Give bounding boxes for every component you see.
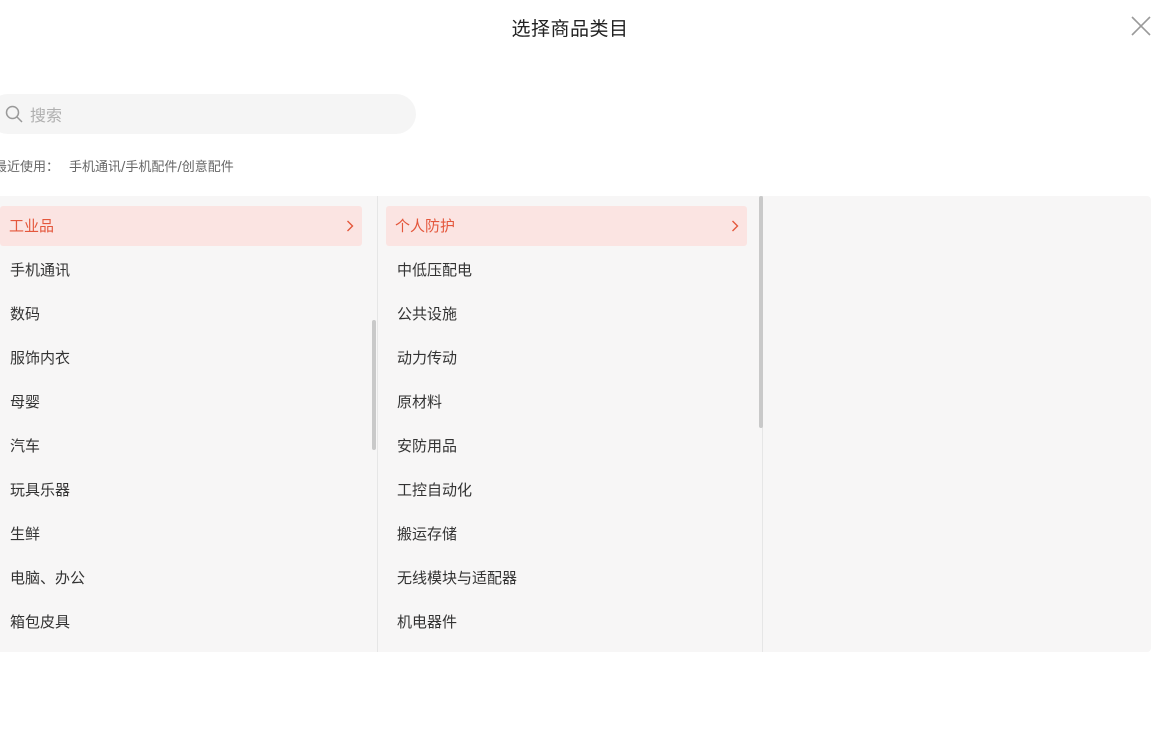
- category-level2-item-label: 中低压配电: [397, 261, 473, 279]
- category-level1-item-label: 手机通讯: [10, 261, 71, 279]
- category-level2-item[interactable]: 个人防护: [386, 206, 747, 246]
- category-level1-list: 工业品手机通讯数码服饰内衣母婴汽车玩具乐器生鲜电脑、办公箱包皮具: [0, 196, 378, 652]
- category-level2-item-label: 公共设施: [397, 305, 458, 323]
- category-level2-item-label: 原材料: [397, 393, 443, 411]
- category-level2-item[interactable]: 原材料: [397, 382, 747, 422]
- category-level2-item-label: 搬运存储: [397, 525, 458, 543]
- dialog-title: 选择商品类目: [511, 18, 629, 40]
- category-level1-item[interactable]: 数码: [10, 294, 360, 334]
- category-panel: 工业品手机通讯数码服饰内衣母婴汽车玩具乐器生鲜电脑、办公箱包皮具 个人防护中低压…: [0, 196, 1151, 652]
- close-icon: [1131, 16, 1151, 36]
- category-level2-item[interactable]: 动力传动: [397, 338, 747, 378]
- category-level2-list: 个人防护中低压配电公共设施动力传动原材料安防用品工控自动化搬运存储无线模块与适配…: [377, 196, 763, 652]
- level1-scrollbar[interactable]: [372, 320, 376, 450]
- category-level1-item-label: 数码: [10, 305, 41, 323]
- category-level2-item-label: 机电器件: [397, 613, 458, 631]
- category-level2-item-label: 动力传动: [397, 349, 458, 367]
- category-level2-item-label: 无线模块与适配器: [397, 569, 518, 587]
- category-level2-item[interactable]: 工控自动化: [397, 470, 747, 510]
- category-level2-item-label: 个人防护: [395, 217, 456, 235]
- category-level1-item-label: 母婴: [10, 393, 41, 411]
- level2-scrollbar[interactable]: [759, 196, 763, 428]
- recent-category-link[interactable]: 手机通讯/手机配件/创意配件: [69, 160, 234, 175]
- category-level2-item[interactable]: 安防用品: [397, 426, 747, 466]
- category-level1-item-label: 电脑、办公: [10, 569, 86, 587]
- category-level1-item-label: 汽车: [10, 437, 41, 455]
- category-level1-item[interactable]: 汽车: [10, 426, 360, 466]
- chevron-right-icon: [347, 220, 354, 232]
- chevron-right-icon: [732, 220, 739, 232]
- category-level1-item-label: 工业品: [9, 217, 55, 235]
- category-level1-item-label: 服饰内衣: [10, 349, 71, 367]
- category-level2-item[interactable]: 公共设施: [397, 294, 747, 334]
- category-level1-item[interactable]: 服饰内衣: [10, 338, 360, 378]
- category-level1-item[interactable]: 箱包皮具: [10, 602, 360, 642]
- category-level1-item[interactable]: 生鲜: [10, 514, 360, 554]
- category-level2-item[interactable]: 无线模块与适配器: [397, 558, 747, 598]
- category-level1-item[interactable]: 玩具乐器: [10, 470, 360, 510]
- category-level1-item-label: 玩具乐器: [10, 481, 71, 499]
- recent-used: 最近使用： 手机通讯/手机配件/创意配件: [0, 156, 234, 175]
- category-level1-item-label: 箱包皮具: [10, 613, 71, 631]
- category-level1-item-label: 生鲜: [10, 525, 41, 543]
- category-level2-item-label: 工控自动化: [397, 481, 473, 499]
- category-level3-list: [763, 196, 1151, 652]
- category-level1-item[interactable]: 电脑、办公: [10, 558, 360, 598]
- close-button[interactable]: [1131, 16, 1151, 36]
- search-box: [0, 94, 416, 136]
- category-level2-item[interactable]: 搬运存储: [397, 514, 747, 554]
- category-level1-item[interactable]: 工业品: [0, 206, 362, 246]
- search-input[interactable]: [28, 94, 402, 136]
- search-icon: [5, 105, 23, 123]
- category-level1-item[interactable]: 母婴: [10, 382, 360, 422]
- category-level2-item[interactable]: 中低压配电: [397, 250, 747, 290]
- category-level1-item[interactable]: 手机通讯: [10, 250, 360, 290]
- recent-label: 最近使用：: [0, 160, 60, 175]
- category-dialog: 选择商品类目 最近使用： 手机通讯/手机配件/创意配件 工业品手机通讯数码服饰内衣…: [0, 0, 1168, 744]
- category-level2-item-label: 安防用品: [397, 437, 458, 455]
- category-level2-item[interactable]: 机电器件: [397, 602, 747, 642]
